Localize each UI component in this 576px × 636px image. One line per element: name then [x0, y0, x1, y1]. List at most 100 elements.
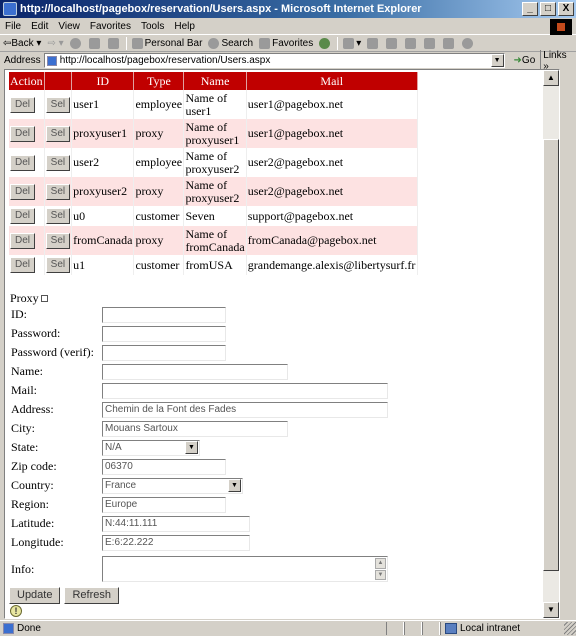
security-zone: Local intranet — [440, 622, 560, 635]
update-button[interactable]: Update — [9, 587, 61, 604]
favorites-label: Favorites — [272, 37, 314, 49]
stop-button[interactable] — [67, 37, 86, 49]
search-button[interactable]: Search — [205, 37, 256, 49]
longitude-input[interactable]: E:6:22.222 — [102, 534, 250, 551]
page-icon — [46, 55, 57, 66]
messenger-button[interactable] — [421, 37, 440, 49]
resize-grip[interactable] — [564, 622, 576, 635]
refresh-form-button[interactable]: Refresh — [64, 587, 120, 604]
chevron-down-icon[interactable]: ▼ — [228, 479, 241, 492]
go-arrow-icon: ➜ — [513, 55, 522, 66]
personal-bar-icon — [131, 37, 143, 49]
address-input[interactable]: http://localhost/pagebox/reservation/Use… — [43, 53, 505, 68]
id-input[interactable] — [102, 306, 226, 323]
password-verif-input[interactable] — [102, 344, 226, 361]
minimize-button[interactable]: _ — [522, 2, 538, 16]
cell-id-text: user1 — [73, 97, 100, 111]
select-button[interactable]: Sel — [45, 125, 71, 142]
toolbar-separator — [125, 36, 127, 50]
mail-input[interactable] — [102, 382, 388, 399]
menu-edit[interactable]: Edit — [26, 21, 53, 32]
address-field-input[interactable]: Chemin de la Font des Fades — [102, 401, 388, 418]
select-button[interactable]: Sel — [45, 232, 71, 249]
menu-favorites[interactable]: Favorites — [85, 21, 136, 32]
go-button[interactable]: ➜Go — [511, 55, 539, 66]
select-button[interactable]: Sel — [45, 257, 71, 273]
select-button[interactable]: Sel — [45, 183, 71, 200]
scroll-down-arrow-icon[interactable]: ▼ — [543, 602, 559, 618]
menu-help[interactable]: Help — [169, 21, 200, 32]
info-textarea[interactable]: ▲ ▼ — [102, 556, 388, 582]
name-label: Name: — [11, 364, 43, 378]
select-button[interactable]: Sel — [45, 154, 71, 171]
password-input[interactable] — [102, 325, 226, 342]
home-button[interactable] — [105, 37, 124, 49]
cell-type-text: proxy — [135, 126, 164, 140]
id-label: ID: — [11, 307, 27, 321]
status-panel — [422, 622, 440, 635]
delete-button[interactable]: Del — [10, 154, 36, 171]
chat-bubble-icon — [462, 37, 474, 49]
refresh-button[interactable] — [86, 37, 105, 49]
delete-button[interactable]: Del — [10, 208, 36, 224]
scrollbar-thumb[interactable] — [543, 139, 559, 571]
zip-input[interactable]: 06370 — [102, 458, 226, 475]
menu-file[interactable]: File — [0, 21, 26, 32]
proxy-row: Proxy — [10, 291, 418, 305]
header-mail: Mail — [246, 72, 418, 90]
personal-bar-button[interactable]: Personal Bar — [129, 37, 206, 49]
delete-button[interactable]: Del — [10, 232, 36, 249]
scroll-down-icon[interactable]: ▼ — [375, 569, 386, 580]
proxy-checkbox[interactable] — [40, 294, 48, 302]
cell-mail: user2@pagebox.net — [246, 177, 418, 206]
menu-tools[interactable]: Tools — [136, 21, 169, 32]
status-bar: Done Local intranet — [0, 620, 576, 636]
edit-button[interactable] — [383, 37, 402, 49]
city-input[interactable]: Mouans Sartoux — [102, 420, 288, 437]
state-select[interactable]: N/A ▼ — [102, 439, 200, 456]
country-label: Country: — [11, 478, 54, 492]
close-button[interactable]: X — [558, 2, 574, 16]
favorites-icon — [259, 37, 271, 49]
scroll-up-icon[interactable]: ▲ — [375, 558, 386, 569]
form-row-password-verif: Password (verif): — [11, 343, 418, 362]
delete-button[interactable]: Del — [10, 183, 36, 200]
cell-name-text: Name of proxyuser2 — [185, 148, 240, 176]
form-row-mail: Mail: — [11, 381, 418, 400]
form-row-password: Password: — [11, 324, 418, 343]
cell-name: Name of proxyuser1 — [183, 119, 247, 148]
home-icon — [107, 37, 119, 49]
select-button[interactable]: Sel — [45, 208, 71, 224]
table-row: Del Sel fromCanada proxy Name of fromCanada f… — [9, 226, 418, 255]
select-button[interactable]: Sel — [45, 96, 71, 113]
research-button[interactable] — [440, 37, 459, 49]
region-input[interactable]: Europe — [102, 496, 226, 513]
header-action: Action — [9, 72, 45, 90]
history-button[interactable] — [316, 37, 335, 49]
chat-button[interactable] — [459, 37, 478, 49]
maximize-button[interactable]: □ — [540, 2, 556, 16]
forward-button[interactable]: ⇨ ▾ — [44, 38, 66, 49]
delete-button[interactable]: Del — [10, 96, 36, 113]
latitude-input[interactable]: N:44:11.111 — [102, 515, 250, 532]
header-type: Type — [133, 72, 185, 90]
discuss-button[interactable] — [402, 37, 421, 49]
info-scrollbar[interactable]: ▲ ▼ — [375, 558, 386, 580]
address-dropdown-icon[interactable]: ▼ — [490, 54, 504, 67]
menu-view[interactable]: View — [53, 21, 85, 32]
name-input[interactable] — [102, 363, 288, 380]
state-selected-value: N/A — [105, 442, 122, 453]
chevron-down-icon[interactable]: ▼ — [185, 441, 198, 454]
delete-button[interactable]: Del — [10, 125, 36, 142]
select-cell: Sel — [44, 177, 73, 206]
scroll-up-arrow-icon[interactable]: ▲ — [543, 70, 559, 86]
print-button[interactable] — [364, 37, 383, 49]
address-field-label: Address: — [11, 402, 54, 416]
back-button[interactable]: ⇦ Back ▾ — [0, 38, 44, 49]
mail-button[interactable]: ▾ — [340, 37, 364, 49]
favorites-button[interactable]: Favorites — [256, 37, 316, 49]
delete-button[interactable]: Del — [10, 257, 36, 273]
vertical-scrollbar[interactable]: ▲ ▼ — [543, 70, 559, 618]
country-select[interactable]: France ▼ — [102, 477, 243, 494]
form-row-address: Address: Chemin de la Font des Fades — [11, 400, 418, 419]
